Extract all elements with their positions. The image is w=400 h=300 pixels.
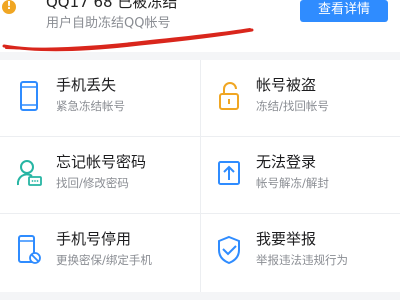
service-item-account-stolen[interactable]: 帐号被盗 冻结/找回帐号 [0,62,400,134]
unlock-icon [219,82,239,110]
service-item-subtitle: 冻结/找回帐号 [256,99,329,113]
service-item-title: 我要举报 [256,230,317,248]
banner-title: QQ17 68 已被冻结 [46,0,178,11]
grid-divider [0,136,400,137]
login-arrow-icon [218,161,240,185]
view-details-button[interactable]: 查看详情 [300,0,388,22]
account-security-page: ! QQ17 68 已被冻结 用户自助冻结QQ帐号 查看详情 手机丢失 紧急冻结… [0,0,400,300]
service-item-title: 无法登录 [256,153,317,171]
shield-report-icon [218,235,240,265]
service-item-report[interactable]: 我要举报 举报违法违规行为 [0,216,400,288]
service-item-title: 帐号被盗 [256,76,317,94]
warning-icon: ! [2,0,16,14]
grid-divider [0,213,400,214]
banner-subtitle: 用户自助冻结QQ帐号 [46,16,171,31]
service-item-subtitle: 举报违法违规行为 [256,253,348,267]
frozen-account-banner: ! QQ17 68 已被冻结 用户自助冻结QQ帐号 查看详情 [0,0,400,52]
service-item-cannot-login[interactable]: 无法登录 帐号解冻/解封 [0,139,400,211]
bottom-spacer [0,292,400,300]
service-item-subtitle: 帐号解冻/解封 [256,176,329,190]
service-grid: 手机丢失 紧急冻结帐号 帐号被盗 冻结/找回帐号 忘记帐号密码 找回/修改密码 … [0,60,400,292]
